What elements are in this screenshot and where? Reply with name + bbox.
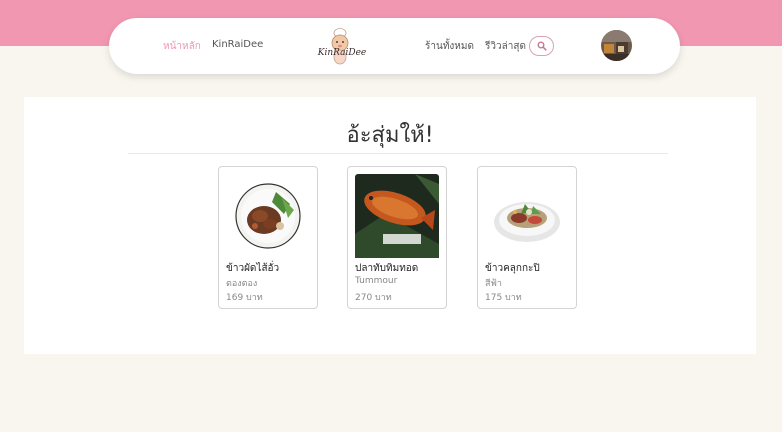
section-title: อ้ะสุ่มให้!	[346, 123, 434, 148]
nav-all-shops-link[interactable]: ร้านทั้งหมด	[425, 39, 474, 54]
food-image	[355, 174, 439, 258]
food-image	[485, 174, 569, 258]
user-avatar[interactable]	[601, 30, 632, 61]
food-name: ข้าวคลุกกะปิ	[485, 263, 540, 274]
random-suggestions-panel: อ้ะสุ่มให้! ข้าวผัดไส้อั่ว ตองตอง 169 บา…	[24, 97, 756, 354]
divider	[128, 153, 668, 154]
shop-name: Tummour	[355, 276, 398, 286]
brand-logo[interactable]: KinRaiDee	[316, 24, 368, 68]
logo-text: KinRaiDee	[317, 48, 367, 58]
navbar: หน้าหลัก KinRaiDee KinRaiDee ร้านทั้งหมด…	[109, 18, 680, 74]
food-price: 270 บาท	[355, 293, 392, 303]
search-button[interactable]	[529, 36, 554, 56]
search-icon	[537, 41, 547, 51]
shop-name: สีฟ้า	[485, 279, 502, 289]
food-price: 175 บาท	[485, 293, 522, 303]
food-price: 169 บาท	[226, 293, 263, 303]
nav-latest-reviews-link[interactable]: รีวิวล่าสุด	[485, 39, 526, 54]
food-name: ปลาทับทิมทอด	[355, 263, 419, 274]
food-card[interactable]: ปลาทับทิมทอด Tummour 270 บาท	[347, 166, 447, 309]
shop-name: ตองตอง	[226, 279, 258, 289]
nav-home-link[interactable]: หน้าหลัก	[163, 39, 201, 54]
food-image	[226, 174, 310, 258]
food-card[interactable]: ข้าวคลุกกะปิ สีฟ้า 175 บาท	[477, 166, 577, 309]
food-card[interactable]: ข้าวผัดไส้อั่ว ตองตอง 169 บาท	[218, 166, 318, 309]
food-name: ข้าวผัดไส้อั่ว	[226, 263, 280, 274]
nav-kinraidee-link[interactable]: KinRaiDee	[212, 39, 263, 50]
